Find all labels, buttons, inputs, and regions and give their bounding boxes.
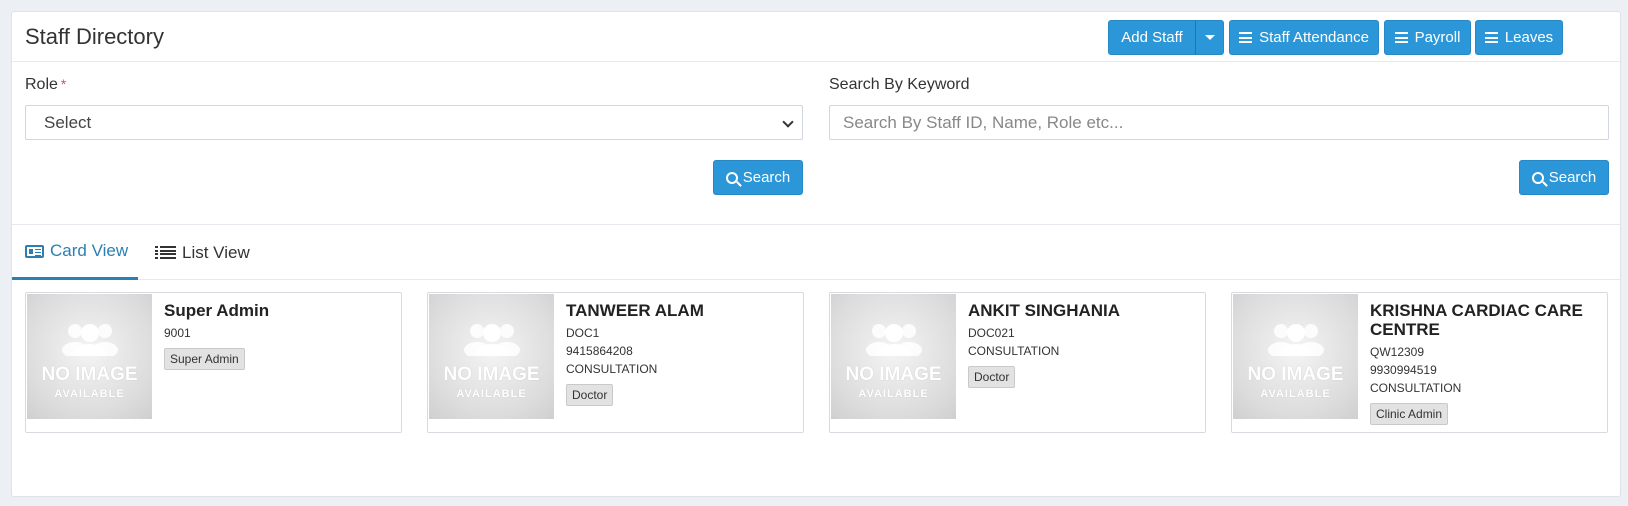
- staff-info: ANKIT SINGHANIA DOC021 CONSULTATION Doctor: [968, 301, 1197, 388]
- view-tabs: Card View List View: [12, 225, 1620, 280]
- tab-card-view[interactable]: Card View: [12, 225, 138, 280]
- panel-header: Staff Directory Add Staff Staff Attendan…: [12, 12, 1620, 62]
- keyword-search-input[interactable]: Search By Staff ID, Name, Role etc...: [829, 105, 1609, 140]
- staff-attendance-label: Staff Attendance: [1259, 29, 1369, 46]
- role-badge: Clinic Admin: [1370, 403, 1449, 425]
- staff-detail: DOC1: [566, 326, 600, 340]
- caret-down-icon: [1204, 35, 1215, 40]
- staff-name[interactable]: KRISHNA CARDIAC CARE CENTRE: [1370, 301, 1599, 339]
- keyword-label: Search By Keyword: [829, 76, 970, 93]
- people-icon: [1267, 324, 1324, 356]
- staff-detail: 9415864208: [566, 344, 633, 358]
- search-label: Search: [1548, 169, 1597, 186]
- role-label-text: Role: [25, 76, 58, 93]
- role-select-value: Select: [44, 112, 92, 132]
- role-label: Role *: [25, 76, 66, 94]
- role-select[interactable]: Select: [25, 105, 803, 140]
- staff-detail: CONSULTATION: [566, 362, 658, 376]
- payroll-button[interactable]: Payroll: [1384, 20, 1471, 55]
- bars-icon: [1394, 32, 1408, 43]
- people-icon: [865, 324, 922, 356]
- tab-list-view-label: List View: [182, 242, 250, 262]
- list-icon: [155, 246, 176, 259]
- no-image-text: NO IMAGE: [443, 364, 540, 385]
- staff-photo-placeholder: NO IMAGE AVAILABLE: [831, 294, 956, 419]
- required-marker: *: [60, 76, 67, 92]
- people-icon: [61, 324, 118, 356]
- keyword-search-button[interactable]: Search: [1519, 160, 1609, 195]
- add-staff-dropdown-toggle[interactable]: [1195, 20, 1224, 55]
- search-label: Search: [742, 169, 791, 186]
- staff-card[interactable]: NO IMAGE AVAILABLE TANWEER ALAM DOC1 9415864…: [427, 292, 804, 433]
- role-badge: Doctor: [566, 384, 614, 406]
- staff-name[interactable]: TANWEER ALAM: [566, 301, 795, 320]
- id-card-icon: [25, 244, 44, 258]
- staff-name[interactable]: Super Admin: [164, 301, 393, 320]
- bars-icon: [1239, 32, 1253, 43]
- bars-icon: [1484, 32, 1498, 43]
- staff-name[interactable]: ANKIT SINGHANIA: [968, 301, 1197, 320]
- role-badge: Super Admin: [164, 348, 245, 370]
- tab-card-view-label: Card View: [50, 241, 129, 260]
- role-badge: Doctor: [968, 366, 1016, 388]
- staff-card[interactable]: NO IMAGE AVAILABLE ANKIT SINGHANIA DOC021 CO…: [829, 292, 1206, 433]
- no-image-text: NO IMAGE: [41, 364, 138, 385]
- chevron-down-icon: [782, 116, 794, 128]
- staff-detail: 9001: [164, 326, 191, 340]
- people-icon: [463, 324, 520, 356]
- staff-detail: CONSULTATION: [1370, 381, 1462, 395]
- no-image-subtext: AVAILABLE: [54, 388, 125, 400]
- role-search-button[interactable]: Search: [713, 160, 803, 195]
- no-image-subtext: AVAILABLE: [858, 388, 929, 400]
- add-staff-button[interactable]: Add Staff: [1108, 20, 1196, 55]
- staff-photo-placeholder: NO IMAGE AVAILABLE: [27, 294, 152, 419]
- staff-detail: QW12309: [1370, 345, 1425, 359]
- leaves-button[interactable]: Leaves: [1475, 20, 1563, 55]
- staff-card[interactable]: NO IMAGE AVAILABLE Super Admin 9001 Super Ad…: [25, 292, 402, 433]
- staff-detail: DOC021: [968, 326, 1015, 340]
- staff-photo-placeholder: NO IMAGE AVAILABLE: [1233, 294, 1358, 419]
- no-image-subtext: AVAILABLE: [456, 388, 527, 400]
- staff-attendance-button[interactable]: Staff Attendance: [1229, 20, 1379, 55]
- payroll-label: Payroll: [1414, 29, 1461, 46]
- add-staff-label: Add Staff: [1121, 29, 1183, 46]
- no-image-text: NO IMAGE: [1247, 364, 1344, 385]
- staff-info: TANWEER ALAM DOC1 9415864208 CONSULTATION Do…: [566, 301, 795, 406]
- keyword-placeholder: Search By Staff ID, Name, Role etc...: [843, 112, 1124, 132]
- no-image-subtext: AVAILABLE: [1260, 388, 1331, 400]
- staff-detail: 9930994519: [1370, 363, 1437, 377]
- tab-list-view[interactable]: List View: [155, 225, 250, 280]
- page-title: Staff Directory: [25, 24, 164, 49]
- staff-detail: CONSULTATION: [968, 344, 1060, 358]
- staff-info: Super Admin 9001 Super Admin: [164, 301, 393, 370]
- staff-photo-placeholder: NO IMAGE AVAILABLE: [429, 294, 554, 419]
- search-icon: [725, 171, 738, 184]
- no-image-text: NO IMAGE: [845, 364, 942, 385]
- search-icon: [1531, 171, 1544, 184]
- staff-directory-panel: Staff Directory Add Staff Staff Attendan…: [11, 11, 1621, 497]
- staff-info: KRISHNA CARDIAC CARE CENTRE QW12309 993099…: [1370, 301, 1599, 425]
- leaves-label: Leaves: [1504, 29, 1554, 46]
- staff-card[interactable]: NO IMAGE AVAILABLE KRISHNA CARDIAC CARE CE…: [1231, 292, 1608, 433]
